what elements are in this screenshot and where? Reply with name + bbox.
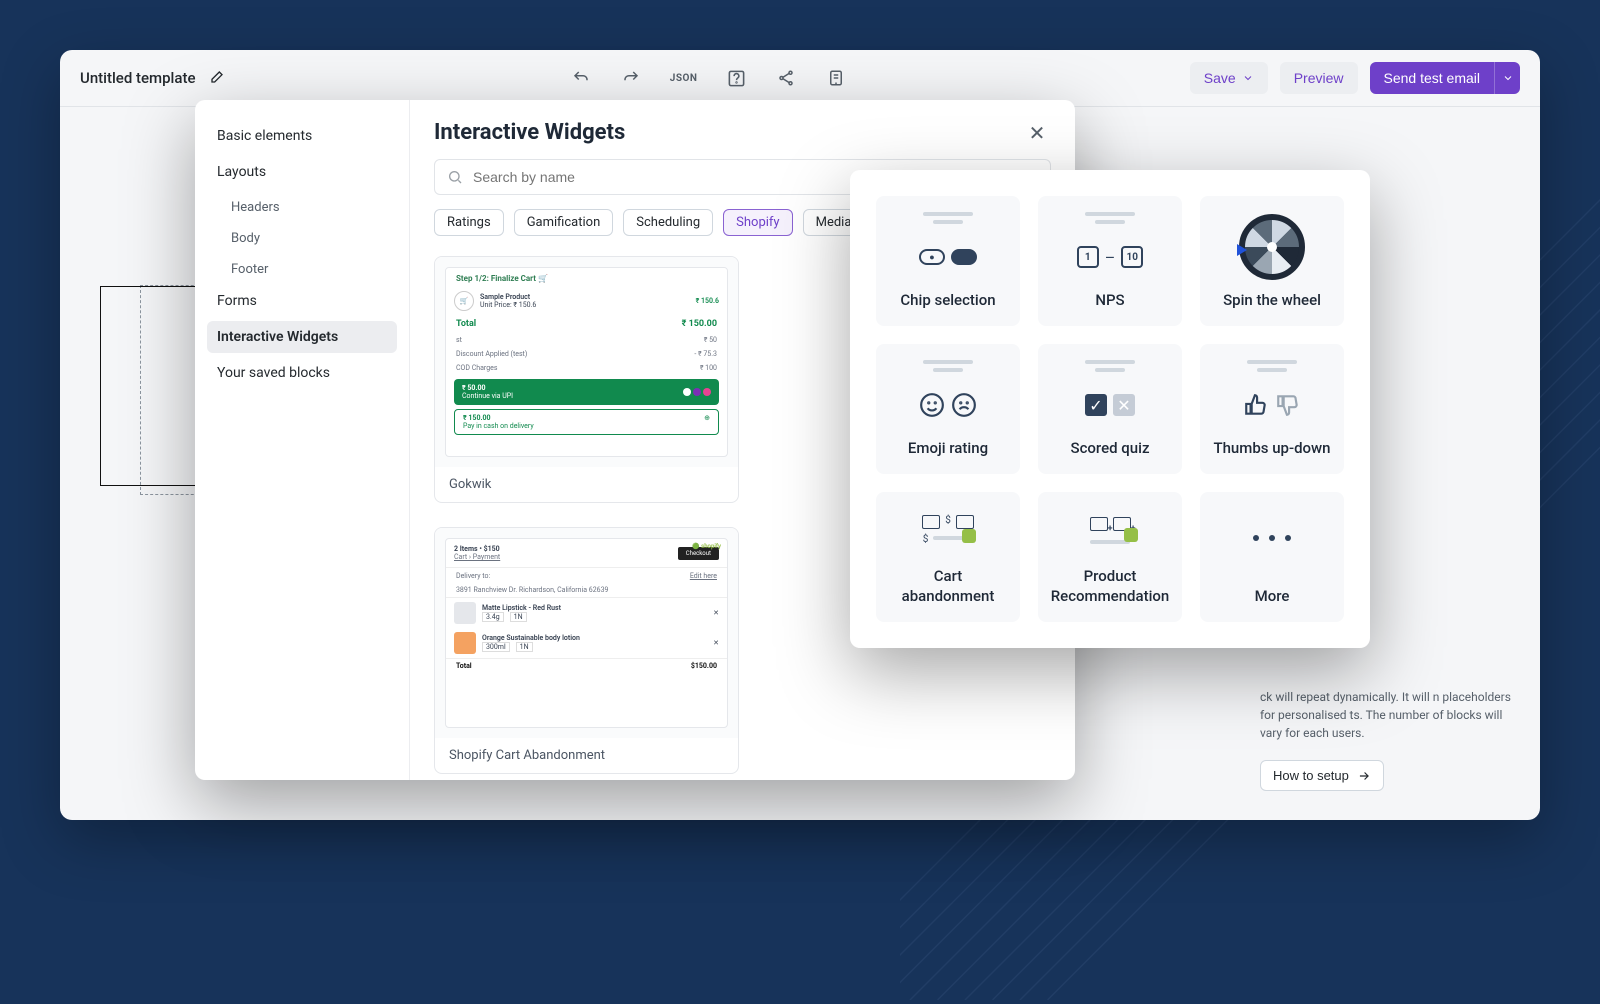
- tile-more[interactable]: More: [1200, 492, 1344, 622]
- card-label: Shopify Cart Abandonment: [435, 738, 738, 773]
- search-icon: [447, 169, 463, 185]
- tile-emoji-rating[interactable]: Emoji rating: [876, 344, 1020, 474]
- card-cart-abandonment[interactable]: 🟢 shopify 2 Items • $150Cart › PaymentCh…: [434, 527, 739, 774]
- close-icon[interactable]: ✕: [1023, 121, 1051, 145]
- tile-thumbs[interactable]: Thumbs up-down: [1200, 344, 1344, 474]
- app-header: Untitled template JSON Save Preview Send…: [60, 50, 1540, 107]
- send-test-caret[interactable]: [1494, 62, 1520, 94]
- notes-icon[interactable]: [825, 67, 847, 89]
- chip-scheduling[interactable]: Scheduling: [623, 209, 713, 236]
- tile-cart-abandonment[interactable]: $$ Cart abandonment: [876, 492, 1020, 622]
- card-gokwik[interactable]: Step 1/2: Finalize Cart 🛒 🛒Sample Produc…: [434, 256, 739, 503]
- send-test-button[interactable]: Send test email: [1370, 62, 1495, 94]
- nav-interactive-widgets[interactable]: Interactive Widgets: [207, 321, 397, 353]
- tile-spin-wheel[interactable]: Spin the wheel: [1200, 196, 1344, 326]
- chip-ratings[interactable]: Ratings: [434, 209, 504, 236]
- share-icon[interactable]: [775, 67, 797, 89]
- modal-title: Interactive Widgets: [434, 120, 625, 145]
- nav-layouts[interactable]: Layouts: [207, 156, 397, 188]
- tile-nps[interactable]: 1–10 NPS: [1038, 196, 1182, 326]
- redo-icon[interactable]: [620, 67, 642, 89]
- template-title: Untitled template: [80, 69, 195, 87]
- nav-headers[interactable]: Headers: [207, 192, 397, 223]
- undo-icon[interactable]: [570, 67, 592, 89]
- tile-product-recommendation[interactable]: Product Recommendation: [1038, 492, 1182, 622]
- tile-scored-quiz[interactable]: ✓✕ Scored quiz: [1038, 344, 1182, 474]
- nav-basic-elements[interactable]: Basic elements: [207, 120, 397, 152]
- edit-title-icon[interactable]: [205, 67, 227, 89]
- nav-saved-blocks[interactable]: Your saved blocks: [207, 357, 397, 389]
- chip-gamification[interactable]: Gamification: [514, 209, 614, 236]
- how-to-setup-button[interactable]: How to setup: [1260, 760, 1384, 791]
- preview-button[interactable]: Preview: [1280, 62, 1358, 94]
- nav-footer[interactable]: Footer: [207, 254, 397, 285]
- panel-desc: ck will repeat dynamically. It will n pl…: [1260, 688, 1520, 742]
- json-button[interactable]: JSON: [670, 73, 698, 84]
- chip-shopify[interactable]: Shopify: [723, 209, 792, 236]
- help-icon[interactable]: [725, 67, 747, 89]
- card-label: Gokwik: [435, 467, 738, 502]
- widget-tiles-panel: ● Chip selection 1–10 NPS Spin the wheel…: [850, 170, 1370, 648]
- nav-forms[interactable]: Forms: [207, 285, 397, 317]
- nav-body[interactable]: Body: [207, 223, 397, 254]
- tile-chip-selection[interactable]: ● Chip selection: [876, 196, 1020, 326]
- save-button[interactable]: Save: [1190, 62, 1268, 94]
- modal-sidebar: Basic elements Layouts Headers Body Foot…: [195, 100, 410, 780]
